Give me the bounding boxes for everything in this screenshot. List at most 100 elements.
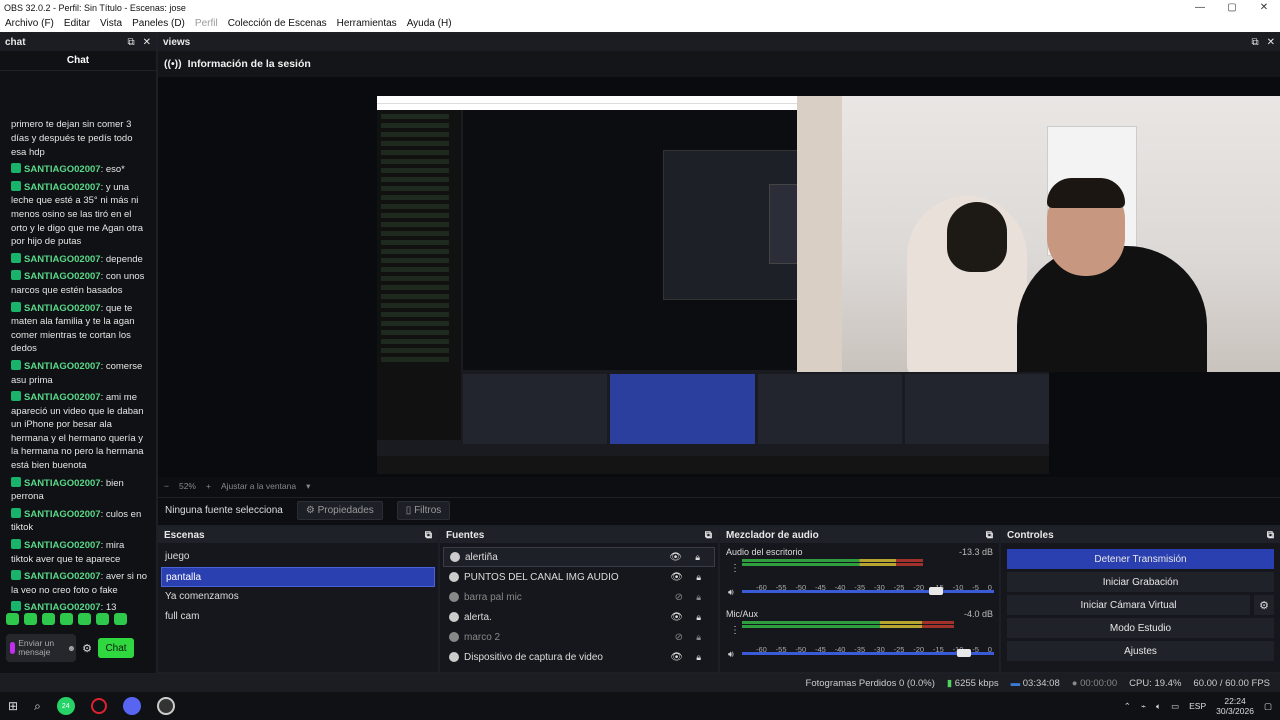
- chat-username[interactable]: SANTIAGO02007: [24, 478, 101, 489]
- chevron-down-icon[interactable]: ▾: [306, 481, 310, 492]
- speaker-icon[interactable]: 🔊︎: [728, 587, 734, 598]
- zoom-in-button[interactable]: +: [206, 481, 211, 491]
- language-indicator[interactable]: ESP: [1189, 701, 1206, 711]
- battery-icon[interactable]: ▭: [1171, 701, 1179, 712]
- undock-icon[interactable]: ⧉: [1267, 530, 1274, 541]
- lock-icon[interactable]: 🔒︎: [696, 632, 701, 643]
- volume-knob[interactable]: [956, 649, 971, 657]
- opera-icon[interactable]: [90, 698, 107, 714]
- source-item[interactable]: alertiña 👁︎ 🔒︎: [443, 547, 715, 567]
- scene-item[interactable]: juego: [161, 547, 435, 567]
- lock-icon[interactable]: 🔒︎: [696, 612, 701, 623]
- emote-icon[interactable]: [24, 613, 37, 625]
- emoji-icon[interactable]: ☻: [67, 643, 76, 653]
- close-dock-icon[interactable]: ✕: [143, 37, 151, 48]
- virtual-camera-button[interactable]: Iniciar Cámara Virtual: [1007, 595, 1250, 615]
- chat-username[interactable]: SANTIAGO02007: [24, 271, 101, 282]
- minimize-button[interactable]: —: [1184, 0, 1216, 15]
- emote-icon[interactable]: [78, 613, 91, 625]
- start-icon[interactable]: ⊞: [8, 699, 18, 713]
- menu-ayuda[interactable]: Ayuda (H): [407, 18, 452, 29]
- properties-button[interactable]: ⚙ Propiedades: [296, 501, 383, 520]
- undock-icon[interactable]: ⧉: [1251, 37, 1258, 48]
- maximize-button[interactable]: ▢: [1216, 0, 1248, 15]
- start-recording-button[interactable]: Iniciar Grabación: [1007, 572, 1274, 592]
- undock-icon[interactable]: ⧉: [705, 530, 712, 541]
- chat-username[interactable]: SANTIAGO02007: [24, 602, 101, 613]
- lock-icon[interactable]: 🔒︎: [695, 552, 700, 563]
- network-icon[interactable]: ⌁: [1141, 701, 1146, 712]
- menu-perfil[interactable]: Perfil: [195, 18, 218, 29]
- menu-archivo[interactable]: Archivo (F): [5, 18, 54, 29]
- chat-username[interactable]: SANTIAGO02007: [24, 254, 101, 265]
- emote-icon[interactable]: [6, 613, 19, 625]
- chat-username[interactable]: SANTIAGO02007: [24, 164, 101, 175]
- eye-off-icon[interactable]: ⊘: [675, 632, 683, 643]
- source-item[interactable]: alerta. 👁︎ 🔒︎: [443, 607, 715, 627]
- scene-item[interactable]: pantalla: [161, 567, 435, 587]
- chat-username[interactable]: SANTIAGO02007: [24, 571, 101, 582]
- chat-username[interactable]: SANTIAGO02007: [24, 361, 101, 372]
- menu-editar[interactable]: Editar: [64, 18, 90, 29]
- search-icon[interactable]: ⌕: [34, 699, 41, 714]
- scene-item[interactable]: Ya comenzamos: [161, 587, 435, 607]
- menu-vista[interactable]: Vista: [100, 18, 122, 29]
- chat-username[interactable]: SANTIAGO02007: [24, 182, 101, 193]
- studio-mode-button[interactable]: Modo Estudio: [1007, 618, 1274, 638]
- source-item[interactable]: barra pal mic ⊘ 🔒︎: [443, 587, 715, 607]
- menu-herramientas[interactable]: Herramientas: [337, 18, 397, 29]
- stop-stream-button[interactable]: Detener Transmisión: [1007, 549, 1274, 569]
- virtual-camera-settings-icon[interactable]: ⚙: [1254, 595, 1274, 615]
- chat-username[interactable]: SANTIAGO02007: [24, 540, 101, 551]
- emote-icon[interactable]: [42, 613, 55, 625]
- source-item[interactable]: marco 2 ⊘ 🔒︎: [443, 627, 715, 647]
- volume-slider[interactable]: [742, 587, 994, 595]
- scene-item[interactable]: full cam: [161, 607, 435, 627]
- fit-window-dropdown[interactable]: Ajustar a la ventana: [221, 481, 296, 491]
- notification-icon[interactable]: ▢: [1264, 701, 1272, 712]
- undock-icon[interactable]: ⧉: [127, 37, 134, 48]
- menu-paneles[interactable]: Paneles (D): [132, 18, 185, 29]
- more-options-icon[interactable]: ⋮: [730, 625, 740, 636]
- chat-send-button[interactable]: Chat: [98, 638, 134, 658]
- more-options-icon[interactable]: ⋮: [730, 563, 740, 574]
- chevron-up-icon[interactable]: ⌃: [1124, 701, 1131, 712]
- eye-icon[interactable]: 👁︎: [669, 552, 682, 563]
- obs-icon[interactable]: [156, 697, 175, 715]
- speaker-icon[interactable]: 🔊︎: [728, 649, 734, 660]
- whatsapp-icon[interactable]: 24: [56, 697, 75, 715]
- source-item[interactable]: Dispositivo de captura de video 👁︎ 🔒︎: [443, 647, 715, 667]
- undock-icon[interactable]: ⧉: [425, 530, 432, 541]
- gear-icon[interactable]: ⚙: [80, 642, 94, 655]
- volume-icon[interactable]: 🔈︎: [1156, 701, 1161, 712]
- undock-icon[interactable]: ⧉: [986, 530, 993, 541]
- clock[interactable]: 22:24 30/3/2026: [1216, 696, 1254, 716]
- lock-icon[interactable]: 🔒︎: [696, 652, 701, 663]
- eye-icon[interactable]: 👁︎: [670, 652, 683, 663]
- close-dock-icon[interactable]: ✕: [1267, 37, 1275, 48]
- emote-icon[interactable]: [114, 613, 127, 625]
- session-info-bar[interactable]: ((•)) Información de la sesión: [158, 51, 1280, 77]
- lock-icon[interactable]: 🔒︎: [696, 572, 701, 583]
- emote-icon[interactable]: [60, 613, 73, 625]
- filters-button[interactable]: ▯ Filtros: [396, 501, 451, 520]
- mic-icon[interactable]: [10, 642, 16, 654]
- emote-icon[interactable]: [96, 613, 109, 625]
- settings-button[interactable]: Ajustes: [1007, 641, 1274, 661]
- close-button[interactable]: ✕: [1248, 0, 1280, 15]
- chat-messages[interactable]: primero te dejan sin comer 3 días y desp…: [0, 71, 156, 625]
- chat-username[interactable]: SANTIAGO02007: [24, 509, 101, 520]
- source-item[interactable]: PUNTOS DEL CANAL IMG AUDIO 👁︎ 🔒︎: [443, 567, 715, 587]
- eye-icon[interactable]: 👁︎: [670, 612, 683, 623]
- menu-coleccion-escenas[interactable]: Colección de Escenas: [228, 18, 327, 29]
- chat-username[interactable]: SANTIAGO02007: [24, 392, 101, 403]
- chat-input[interactable]: Enviar un mensaje ☻: [6, 634, 76, 662]
- lock-icon[interactable]: 🔒︎: [696, 592, 701, 603]
- discord-icon[interactable]: [122, 697, 141, 715]
- eye-icon[interactable]: 👁︎: [670, 572, 683, 583]
- zoom-out-button[interactable]: −: [164, 481, 169, 491]
- volume-knob[interactable]: [929, 587, 944, 595]
- eye-off-icon[interactable]: ⊘: [675, 592, 683, 603]
- chat-username[interactable]: SANTIAGO02007: [24, 303, 101, 314]
- volume-slider[interactable]: [742, 649, 994, 657]
